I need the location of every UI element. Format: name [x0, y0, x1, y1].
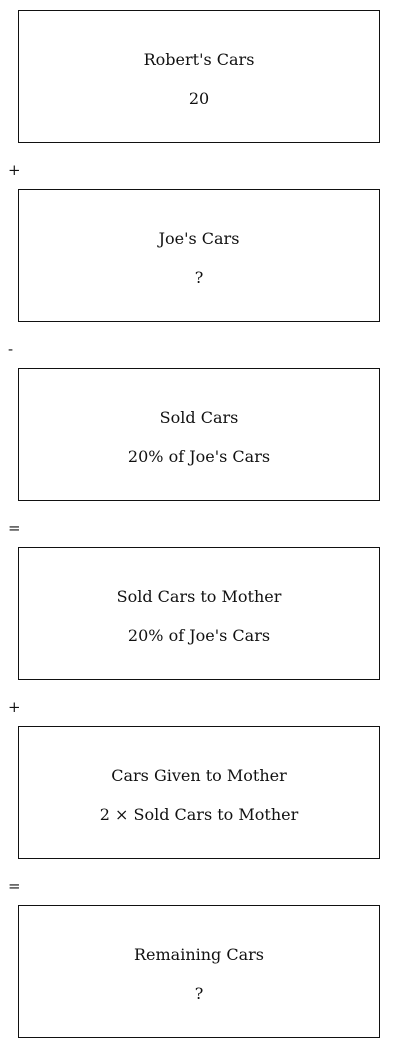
equals-operator: =	[8, 519, 21, 537]
box-value: ?	[194, 984, 204, 1003]
box-title: Cars Given to Mother	[111, 766, 287, 785]
box-remaining-cars: Remaining Cars ?	[18, 905, 380, 1038]
box-sold-cars: Sold Cars 20% of Joe's Cars	[18, 368, 380, 501]
box-value: 2 × Sold Cars to Mother	[99, 805, 299, 824]
box-value: ?	[194, 268, 204, 287]
plus-operator: +	[8, 161, 21, 179]
box-cars-given-to-mother: Cars Given to Mother 2 × Sold Cars to Mo…	[18, 726, 380, 859]
box-value: 20	[188, 89, 210, 108]
box-title: Robert's Cars	[143, 50, 255, 69]
box-title: Remaining Cars	[133, 945, 265, 964]
minus-operator: -	[8, 340, 14, 358]
box-sold-cars-to-mother: Sold Cars to Mother 20% of Joe's Cars	[18, 547, 380, 680]
equals-operator: =	[8, 877, 21, 895]
box-title: Sold Cars to Mother	[116, 587, 282, 606]
box-title: Sold Cars	[159, 408, 239, 427]
box-value: 20% of Joe's Cars	[127, 447, 271, 466]
plus-operator: +	[8, 698, 21, 716]
box-value: 20% of Joe's Cars	[127, 626, 271, 645]
box-joes-cars: Joe's Cars ?	[18, 189, 380, 322]
box-roberts-cars: Robert's Cars 20	[18, 10, 380, 143]
box-title: Joe's Cars	[158, 229, 240, 248]
